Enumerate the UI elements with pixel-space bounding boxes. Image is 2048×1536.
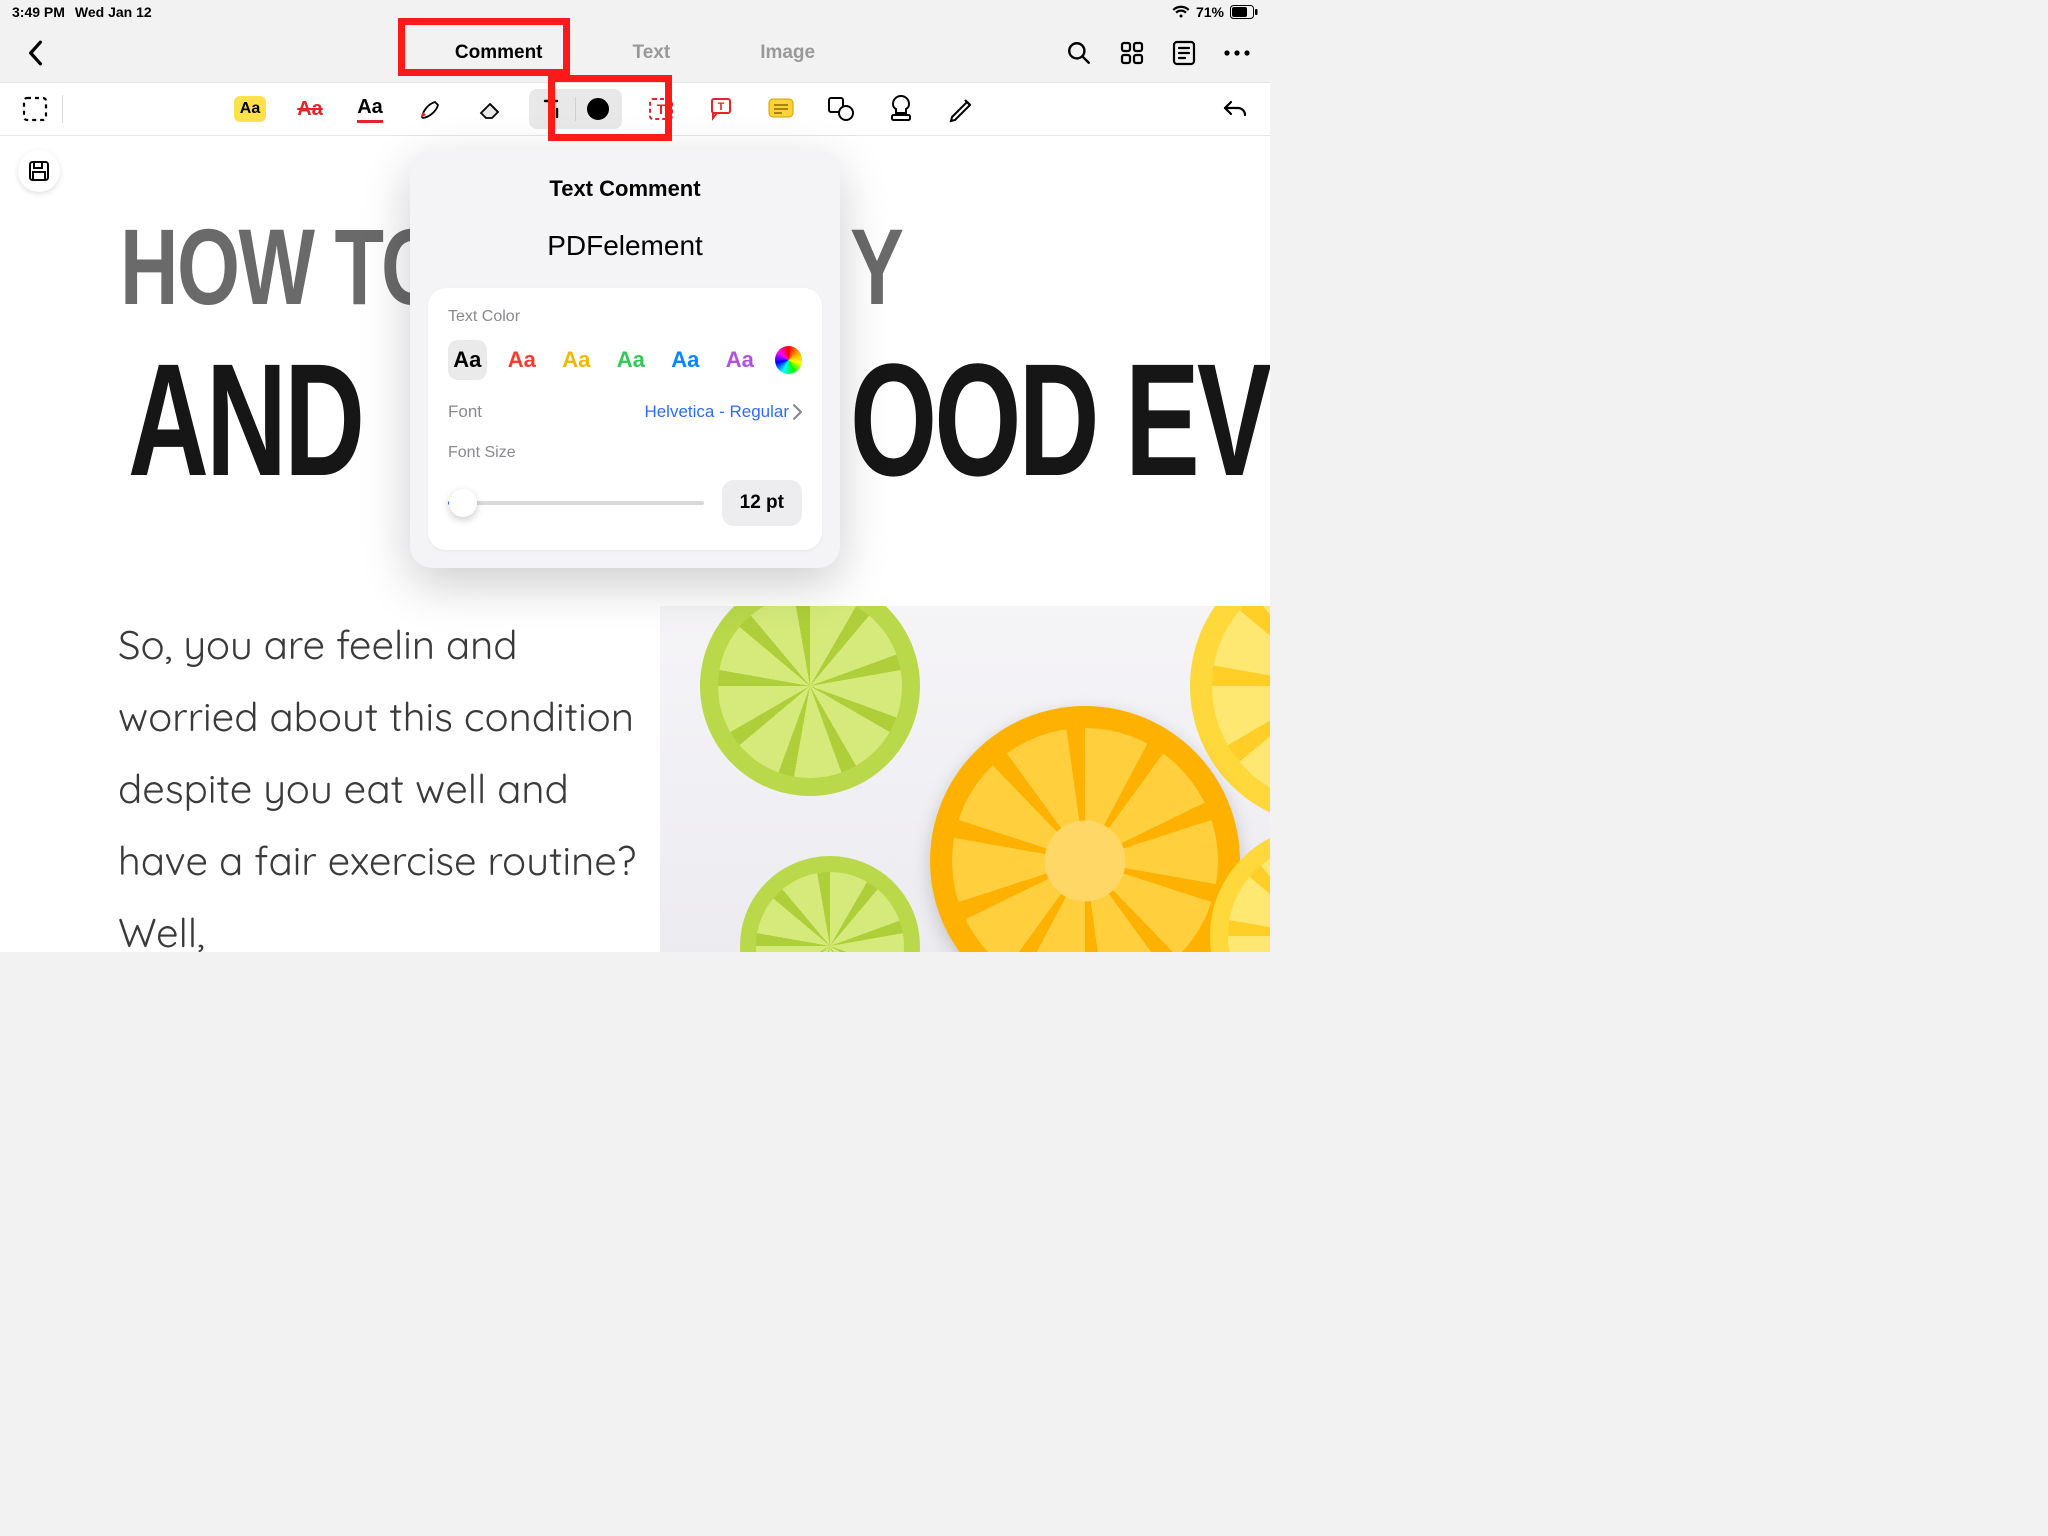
status-bar: 3:49 PM Wed Jan 12 71%: [0, 0, 1270, 24]
undo-icon[interactable]: [1214, 90, 1256, 128]
wifi-icon: [1172, 5, 1190, 19]
doc-title-line1: HOW TO: [120, 204, 442, 329]
top-nav: Comment Text Image: [0, 24, 1270, 82]
stamp-icon[interactable]: [880, 90, 922, 128]
text-comment-style-icon[interactable]: [578, 92, 618, 126]
font-size-label: Font Size: [448, 444, 802, 462]
highlight-text-icon[interactable]: Aa: [229, 90, 271, 128]
font-size-value: 12 pt: [722, 480, 802, 526]
color-black[interactable]: Aa: [448, 340, 487, 380]
popover-sample-text: PDFelement: [410, 220, 840, 288]
color-red[interactable]: Aa: [503, 340, 542, 380]
doc-body-text: So, you are feelin and worried about thi…: [118, 608, 638, 952]
eraser-icon[interactable]: [469, 90, 511, 128]
svg-text:T: T: [718, 101, 725, 113]
status-date: Wed Jan 12: [75, 4, 152, 20]
battery-percent: 71%: [1196, 4, 1224, 20]
signature-icon[interactable]: [940, 90, 982, 128]
battery-icon: [1230, 5, 1258, 19]
doc-title-line1-right: Y: [850, 204, 904, 329]
search-icon[interactable]: [1066, 40, 1092, 66]
back-button[interactable]: [20, 38, 50, 68]
underline-icon[interactable]: Aa: [349, 90, 391, 128]
callout-icon[interactable]: T: [700, 90, 742, 128]
color-purple[interactable]: Aa: [721, 340, 760, 380]
shapes-icon[interactable]: [820, 90, 862, 128]
font-size-slider[interactable]: [448, 501, 704, 505]
svg-text:T: T: [657, 101, 666, 117]
text-color-row: Aa Aa Aa Aa Aa Aa: [448, 340, 802, 380]
strikethrough-icon[interactable]: Aa: [289, 90, 331, 128]
color-picker-wheel-icon[interactable]: [775, 346, 802, 374]
font-select[interactable]: Helvetica - Regular: [644, 402, 802, 422]
more-icon[interactable]: [1224, 49, 1250, 57]
sticky-note-icon[interactable]: [760, 90, 802, 128]
annotation-toolbar: Aa Aa Aa T T: [0, 82, 1270, 136]
color-yellow[interactable]: Aa: [557, 340, 596, 380]
tab-text[interactable]: Text: [633, 42, 671, 64]
tab-comment[interactable]: Comment: [455, 42, 543, 64]
doc-hero-image: [660, 606, 1270, 952]
font-value: Helvetica - Regular: [644, 402, 789, 422]
doc-title-line2: AND: [128, 328, 362, 512]
font-label: Font: [448, 402, 482, 422]
color-green[interactable]: Aa: [612, 340, 651, 380]
text-color-label: Text Color: [448, 308, 802, 326]
save-button[interactable]: [18, 150, 60, 192]
tab-image[interactable]: Image: [760, 42, 815, 64]
color-blue[interactable]: Aa: [666, 340, 705, 380]
text-box-icon[interactable]: T: [640, 90, 682, 128]
text-comment-popover: Text Comment PDFelement Text Color Aa Aa…: [410, 150, 840, 568]
pen-icon[interactable]: [409, 90, 451, 128]
popover-title: Text Comment: [410, 150, 840, 220]
doc-title-line2-right: OOD EV: [850, 328, 1269, 512]
text-comment-tool-group: [529, 89, 622, 129]
grid-view-icon[interactable]: [1120, 41, 1144, 65]
slider-thumb[interactable]: [449, 489, 477, 517]
status-time: 3:49 PM: [12, 4, 65, 20]
chevron-right-icon: [793, 404, 802, 420]
select-area-icon[interactable]: [14, 90, 56, 128]
toolbar-separator: [62, 95, 63, 123]
text-comment-icon[interactable]: [533, 92, 573, 126]
bookmarks-icon[interactable]: [1172, 40, 1196, 66]
